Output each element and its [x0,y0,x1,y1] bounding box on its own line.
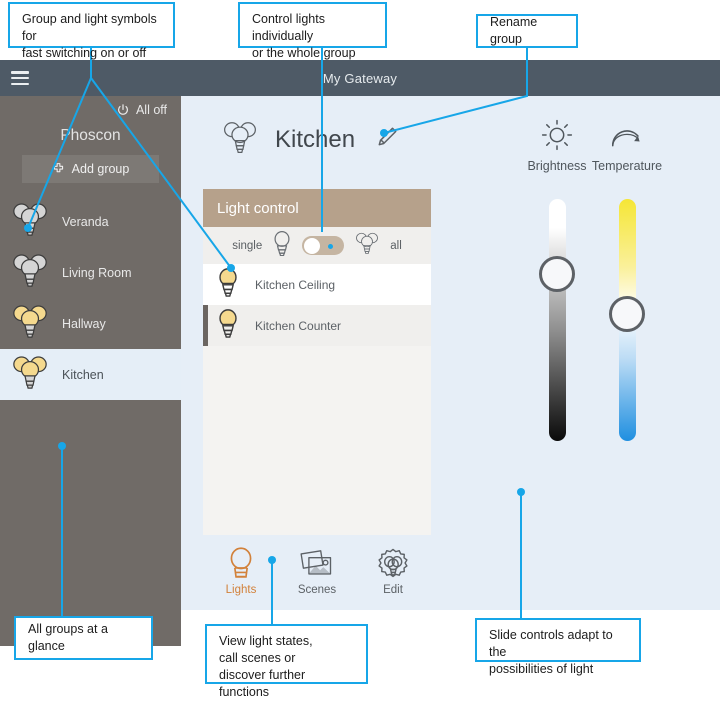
annotated-screenshot: My Gateway All off Phoscon Add group Ver… [0,0,720,699]
nav-label: Scenes [297,584,337,596]
group-header: Kitchen [219,118,399,161]
page-title: Kitchen [275,125,356,153]
group-bulbs-on-icon[interactable] [8,352,52,397]
group-bulbs-off-icon[interactable] [8,199,52,244]
sidebar-item-hallway[interactable]: Hallway [0,298,181,349]
bulb-on-icon[interactable] [215,267,241,302]
nav-item-lights[interactable]: Lights [203,544,279,606]
nav-item-edit[interactable]: Edit [355,544,431,606]
sidebar-item-label: Veranda [62,214,109,229]
temperature-label: Temperature [591,159,663,173]
group-bulbs-on-icon[interactable] [8,301,52,346]
callout-text: All groups at a glance [28,622,108,653]
plus-icon [52,162,65,177]
temperature-slider-thumb[interactable] [609,296,645,332]
callout-control-lights: Control lights individually or the whole… [238,2,387,60]
nav-label: Lights [225,584,257,596]
callout-text: Rename group [490,15,538,46]
callout-all-groups: All groups at a glance [14,616,153,660]
single-all-toggle[interactable] [302,236,345,255]
single-all-switch-row: single all [203,227,431,264]
selected-indicator [203,305,208,346]
group-bulbs-icon[interactable] [353,230,381,261]
light-row-kitchen-counter[interactable]: Kitchen Counter [203,305,431,346]
sidebar: All off Phoscon Add group Veranda Living… [0,96,181,646]
light-control-title: Light control [203,189,431,227]
callout-text: Slide controls adapt to the possibilitie… [489,628,613,676]
callout-rename-group: Rename group [476,14,578,48]
all-label: all [390,239,402,252]
top-bar: My Gateway [0,60,720,96]
callout-text: Group and light symbols for fast switchi… [22,12,157,60]
callout-view-light-states: View light states, call scenes or discov… [205,624,368,699]
power-icon [116,103,130,117]
nav-label: Edit [383,584,403,596]
pencil-icon[interactable] [375,125,399,154]
sidebar-item-kitchen[interactable]: Kitchen [0,349,181,400]
all-off-label: All off [135,103,167,117]
group-list: Veranda Living Room Hallway Kitchen [0,196,181,400]
slider-area: Brightness Temperature [449,114,689,584]
sidebar-item-living-room[interactable]: Living Room [0,247,181,298]
bottom-nav: Lights Scenes Edit [203,544,431,606]
callout-groups-and-symbols: Group and light symbols for fast switchi… [8,2,175,60]
single-bulb-icon[interactable] [271,230,293,261]
callout-text: Control lights individually or the whole… [252,12,356,60]
bulb-on-icon[interactable] [215,308,241,343]
brightness-slider-track[interactable] [549,199,566,441]
sidebar-item-veranda[interactable]: Veranda [0,196,181,247]
sidebar-item-label: Kitchen [62,367,104,382]
brand-title: Phoscon [60,127,121,144]
group-bulbs-icon [219,118,261,161]
sidebar-item-label: Living Room [62,265,132,280]
gateway-title: My Gateway [322,70,398,86]
gear-bulb-icon [355,544,431,584]
callout-text: View light states, call scenes or discov… [219,634,313,699]
light-control-card: Light control single all Kitchen Ceiling… [203,189,431,535]
sidebar-item-label: Hallway [62,316,106,331]
light-label: Kitchen Counter [255,318,342,333]
nav-item-scenes[interactable]: Scenes [279,544,355,606]
temperature-arc-icon [577,114,677,152]
temperature-slider-group: Temperature [577,114,677,173]
group-bulbs-off-icon[interactable] [8,250,52,295]
phoscon-app-window: My Gateway All off Phoscon Add group Ver… [0,60,720,646]
main-content: Kitchen Light control single all Kitchen… [181,96,720,610]
light-row-kitchen-ceiling[interactable]: Kitchen Ceiling [203,264,431,305]
annotation-anchor-dot [328,243,334,249]
add-group-button[interactable]: Add group [22,155,159,183]
callout-slide-controls: Slide controls adapt to the possibilitie… [475,618,641,676]
add-group-label: Add group [71,162,130,176]
bulb-outline-icon [203,544,279,584]
photos-icon [279,544,355,584]
light-label: Kitchen Ceiling [255,277,336,292]
all-off-button[interactable]: All off [116,103,167,117]
brightness-slider-thumb[interactable] [539,256,575,292]
toggle-knob [303,237,320,254]
single-label: single [232,239,263,252]
